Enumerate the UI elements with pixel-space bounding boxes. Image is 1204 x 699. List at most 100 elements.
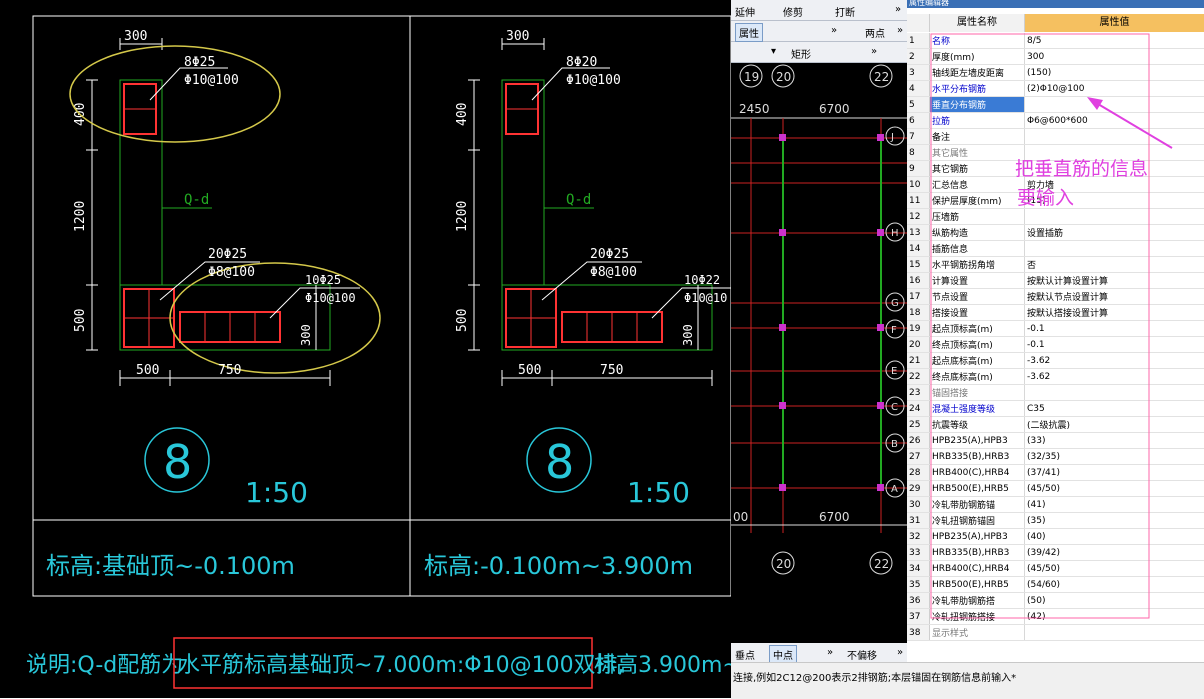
property-row[interactable]: 29HRB500(E),HRB5(45/50) — [907, 481, 1204, 497]
property-value[interactable]: -0.1 — [1025, 337, 1204, 353]
property-row[interactable]: 14插筋信息 — [907, 241, 1204, 257]
property-value[interactable]: -0.1 — [1025, 321, 1204, 337]
extend-button[interactable]: 延伸 — [735, 4, 755, 19]
perpendicular-snap[interactable]: 垂点 — [735, 647, 755, 662]
row-number: 18 — [907, 305, 930, 321]
property-value[interactable]: -3.62 — [1025, 353, 1204, 369]
shape-dropdown-icon[interactable]: ▾ — [771, 46, 776, 57]
property-row[interactable]: 3轴线距左墙皮距离(150) — [907, 65, 1204, 81]
snap-more[interactable]: » — [827, 647, 833, 658]
property-row[interactable]: 37冷轧扭钢筋搭接(42) — [907, 609, 1204, 625]
snap-more-2[interactable]: » — [897, 647, 903, 658]
property-value[interactable]: (45/50) — [1025, 561, 1204, 577]
property-value[interactable]: (42) — [1025, 609, 1204, 625]
property-value[interactable] — [1025, 625, 1204, 641]
property-value[interactable]: (50) — [1025, 593, 1204, 609]
axis-B: B — [891, 439, 898, 450]
property-row[interactable]: 31冷轧扭钢筋锚固(35) — [907, 513, 1204, 529]
property-editor-title: 属性编辑器 — [909, 0, 949, 8]
plan-view-panel[interactable]: 延伸 修剪 打断 » 属性 » 两点 » ▾ 矩形 » 19 20 22 245… — [731, 0, 907, 698]
property-value[interactable] — [1025, 145, 1204, 161]
toolbar2-more[interactable]: » — [831, 25, 837, 36]
property-value[interactable]: (33) — [1025, 433, 1204, 449]
no-offset-button[interactable]: 不偏移 — [847, 647, 877, 662]
dim-500: 500 — [455, 309, 470, 332]
property-value[interactable]: (39/42) — [1025, 545, 1204, 561]
property-value[interactable]: (二级抗震) — [1025, 417, 1204, 433]
property-row[interactable]: 23锚固搭接 — [907, 385, 1204, 401]
two-point-button[interactable]: 两点 — [865, 25, 885, 40]
property-value[interactable]: Φ6@600*600 — [1025, 113, 1204, 129]
property-value[interactable]: (150) — [1025, 65, 1204, 81]
property-row[interactable]: 11保护层厚度(mm)(15) — [907, 193, 1204, 209]
property-value[interactable]: 设置插筋 — [1025, 225, 1204, 241]
property-value[interactable]: 否 — [1025, 257, 1204, 273]
property-value[interactable] — [1025, 97, 1204, 113]
property-row[interactable]: 19起点顶标高(m)-0.1 — [907, 321, 1204, 337]
property-value[interactable]: (37/41) — [1025, 465, 1204, 481]
property-value[interactable]: (15) — [1025, 193, 1204, 209]
property-row[interactable]: 6拉筋Φ6@600*600 — [907, 113, 1204, 129]
toolbar-more[interactable]: » — [895, 4, 901, 15]
property-row[interactable]: 36冷轧带肋钢筋搭(50) — [907, 593, 1204, 609]
rectangle-button[interactable]: 矩形 — [791, 46, 811, 61]
property-value[interactable] — [1025, 385, 1204, 401]
property-row[interactable]: 21起点底标高(m)-3.62 — [907, 353, 1204, 369]
property-row[interactable]: 24混凝土强度等级C35 — [907, 401, 1204, 417]
property-row[interactable]: 10汇总信息剪力墙 — [907, 177, 1204, 193]
property-row[interactable]: 12压墙筋 — [907, 209, 1204, 225]
property-row[interactable]: 2厚度(mm)300 — [907, 49, 1204, 65]
property-row[interactable]: 17节点设置按默认节点设置计算 — [907, 289, 1204, 305]
property-row[interactable]: 33HRB335(B),HRB3(39/42) — [907, 545, 1204, 561]
property-value[interactable]: (45/50) — [1025, 481, 1204, 497]
property-row[interactable]: 34HRB400(C),HRB4(45/50) — [907, 561, 1204, 577]
property-value[interactable]: 按默认搭接设置计算 — [1025, 305, 1204, 321]
property-value[interactable] — [1025, 241, 1204, 257]
property-value[interactable] — [1025, 161, 1204, 177]
property-value[interactable]: 8/5 — [1025, 33, 1204, 49]
property-row[interactable]: 20终点顶标高(m)-0.1 — [907, 337, 1204, 353]
property-row[interactable]: 27HRB335(B),HRB3(32/35) — [907, 449, 1204, 465]
property-row[interactable]: 25抗震等级(二级抗震) — [907, 417, 1204, 433]
property-value[interactable]: 剪力墙 — [1025, 177, 1204, 193]
property-row[interactable]: 4水平分布钢筋(2)Φ10@100 — [907, 81, 1204, 97]
property-value[interactable]: (40) — [1025, 529, 1204, 545]
property-row[interactable]: 18搭接设置按默认搭接设置计算 — [907, 305, 1204, 321]
property-row[interactable]: 7备注 — [907, 129, 1204, 145]
property-value[interactable] — [1025, 129, 1204, 145]
property-row[interactable]: 32HPB235(A),HPB3(40) — [907, 529, 1204, 545]
property-value[interactable]: 300 — [1025, 49, 1204, 65]
break-button[interactable]: 打断 — [835, 4, 855, 19]
property-value[interactable]: (41) — [1025, 497, 1204, 513]
property-row[interactable]: 38显示样式 — [907, 625, 1204, 641]
property-row[interactable]: 15水平钢筋拐角增否 — [907, 257, 1204, 273]
property-row[interactable]: 22终点底标高(m)-3.62 — [907, 369, 1204, 385]
property-value[interactable] — [1025, 209, 1204, 225]
property-name: 锚固搭接 — [930, 385, 1025, 401]
property-row[interactable]: 26HPB235(A),HPB3(33) — [907, 433, 1204, 449]
property-value[interactable]: -3.62 — [1025, 369, 1204, 385]
property-row[interactable]: 35HRB500(E),HRB5(54/60) — [907, 577, 1204, 593]
property-value[interactable]: 按默认节点设置计算 — [1025, 289, 1204, 305]
property-value[interactable]: C35 — [1025, 401, 1204, 417]
property-row[interactable]: 8其它属性 — [907, 145, 1204, 161]
dim-right-300: 300 — [299, 324, 313, 346]
property-button[interactable]: 属性 — [735, 23, 763, 42]
cad-drawing-canvas[interactable]: 300 400 1200 500 — [0, 0, 731, 698]
property-row[interactable]: 13纵筋构造设置插筋 — [907, 225, 1204, 241]
property-value[interactable]: (54/60) — [1025, 577, 1204, 593]
property-row[interactable]: 16计算设置按默认计算设置计算 — [907, 273, 1204, 289]
axis-F: F — [891, 325, 897, 336]
toolbar3-more[interactable]: » — [871, 46, 877, 57]
property-row[interactable]: 9其它钢筋 — [907, 161, 1204, 177]
property-row[interactable]: 30冷轧带肋钢筋锚(41) — [907, 497, 1204, 513]
property-row[interactable]: 28HRB400(C),HRB4(37/41) — [907, 465, 1204, 481]
property-value[interactable]: (35) — [1025, 513, 1204, 529]
property-value[interactable]: (32/35) — [1025, 449, 1204, 465]
toolbar2-more-2[interactable]: » — [897, 25, 903, 36]
property-value[interactable]: (2)Φ10@100 — [1025, 81, 1204, 97]
property-value[interactable]: 按默认计算设置计算 — [1025, 273, 1204, 289]
property-row[interactable]: 5垂直分布钢筋 — [907, 97, 1204, 113]
property-row[interactable]: 1名称8/5 — [907, 33, 1204, 49]
trim-button[interactable]: 修剪 — [783, 4, 803, 19]
